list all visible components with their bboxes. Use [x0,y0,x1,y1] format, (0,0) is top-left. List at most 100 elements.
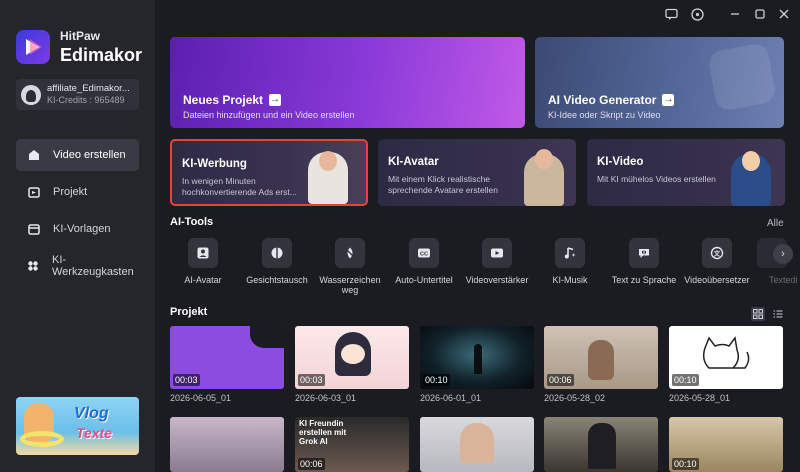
project-duration: 00:06 [547,374,574,386]
project-thumbnail[interactable]: 00:03 [170,326,284,389]
sidebar-item-label: KI-Werkzeugkasten [52,254,134,278]
tool-auto-untertitel[interactable]: CC Auto-Untertitel [391,238,457,285]
silhouette-image [474,344,482,374]
sidebar-item-ki-vorlagen[interactable]: KI-Vorlagen [16,213,139,245]
tool-label: Videoübersetzer [684,275,750,285]
feedback-icon[interactable] [663,6,679,22]
ki-video-subtitle: Mit KI mühelos Videos erstellen [597,174,716,184]
tool-gesichtstausch[interactable]: Gesichtstausch [244,238,310,285]
scroll-right-button[interactable]: › [773,244,793,264]
tool-label: Wasserzeichen weg [319,275,381,296]
project-icon [26,185,41,200]
project-thumbnail[interactable] [420,417,534,472]
brand-name-small: HitPaw [60,29,101,43]
ki-werbung-person-head [319,151,337,171]
project-thumbnail[interactable]: KI Freundin erstellen mit Grok AI 00:06 [295,417,409,472]
tool-label: Text zu Sprache [611,275,677,285]
project-duration: 00:10 [672,458,699,470]
ki-avatar-person-head [535,149,553,169]
sidebar-nav: Video erstellen Projekt KI-Vorlagen KI-W… [16,139,139,287]
tool-label: Auto-Untertitel [395,275,453,285]
project-duration: 00:10 [672,374,699,386]
ki-video-card[interactable]: KI-Video Mit KI mühelos Videos erstellen [587,139,785,206]
arrow-right-icon: → [662,94,675,106]
close-icon[interactable] [776,6,792,22]
projects-title: Projekt [170,306,208,318]
project-thumbnail[interactable]: 00:10 [669,326,783,389]
new-project-card[interactable]: Neues Projekt → Dateien hinzufügen und e… [170,37,525,128]
project-duration: 00:03 [173,374,200,386]
ki-avatar-card[interactable]: KI-Avatar Mit einem Klick realistische s… [378,139,576,206]
thumbnail-shape [250,326,284,348]
speech-icon [629,238,659,268]
sidebar-item-projekt[interactable]: Projekt [16,176,139,208]
promo-float-ring [20,431,64,447]
project-duration: 00:10 [423,374,450,386]
toolbox-icon [26,259,40,274]
arrow-right-icon: → [269,94,282,106]
ai-tools-title: AI-Tools [170,216,214,228]
video-enhance-icon [482,238,512,268]
ai-video-subtitle: KI-Idee oder Skript zu Video [548,110,661,120]
project-date: 2026-06-03_01 [295,393,357,403]
ki-video-title: KI-Video [597,156,644,168]
cat-sketch-image [702,336,750,369]
chevron-right-icon: › [781,248,785,260]
grid-view-icon[interactable] [751,307,765,321]
account-name: affiliate_Edimakor... [47,82,130,94]
ki-avatar-subtitle: Mit einem Klick realistische sprechende … [388,174,498,196]
ki-werbung-card[interactable]: KI-Werbung In wenigen Minuten hochkonver… [170,139,368,206]
tool-videoverstaerker[interactable]: Videoverstärker [464,238,530,285]
project-duration: 00:06 [298,458,325,470]
project-date: 2026-06-05_01 [170,393,232,403]
ai-tools-all-link[interactable]: Alle [767,218,784,229]
sidebar-item-label: KI-Vorlagen [53,223,111,235]
project-thumbnail[interactable]: 00:06 [544,326,658,389]
list-view-icon[interactable] [771,307,785,321]
minimize-icon[interactable] [727,6,743,22]
ki-avatar-title: KI-Avatar [388,156,439,168]
home-icon [26,148,41,163]
sidebar-item-label: Video erstellen [53,149,126,161]
project-thumbnail[interactable]: 00:03 [295,326,409,389]
project-date: 2026-05-28_02 [544,393,606,403]
project-thumbnail[interactable] [170,417,284,472]
ki-werbung-subtitle: In wenigen Minuten hochkonvertierende Ad… [182,176,297,198]
tool-label: Gesichtstausch [246,275,308,285]
tool-videouebersetzer[interactable]: 文 Videoübersetzer [684,238,750,285]
subtitle-icon: CC [409,238,439,268]
help-icon[interactable] [689,6,705,22]
project-thumbnail[interactable] [544,417,658,472]
sidebar-item-video-erstellen[interactable]: Video erstellen [16,139,139,171]
tool-label: AI-Avatar [184,275,222,285]
template-icon [26,222,41,237]
sidebar-item-ki-werkzeugkasten[interactable]: KI-Werkzeugkasten [16,250,139,282]
ai-video-generator-card[interactable]: AI Video Generator → KI-Idee oder Skript… [535,37,784,128]
project-thumbnail[interactable]: 00:10 [420,326,534,389]
tool-wasserzeichen-weg[interactable]: Wasserzeichen weg [317,238,383,296]
suit-person-image [588,423,616,469]
tool-ki-musik[interactable]: KI-Musik [537,238,603,285]
edimakor-logo-icon [16,30,50,64]
account-badge[interactable]: affiliate_Edimakor... KI-Credits : 96548… [16,79,139,110]
avatar-icon [188,238,218,268]
portrait-image [460,423,494,463]
vlog-texte-promo-banner[interactable]: Vlog Texte [16,397,139,455]
sidebar: HitPaw Edimakor affiliate_Edimakor... KI… [0,0,155,472]
project-duration: 00:03 [298,374,325,386]
project-date: 2026-05-28_01 [669,393,731,403]
music-icon [555,238,585,268]
tool-label: Videoverstärker [465,275,529,285]
maximize-icon[interactable] [752,6,768,22]
watermark-remove-icon [335,238,365,268]
avatar [21,84,41,105]
new-project-title: Neues Projekt [183,93,264,107]
cat-image [588,340,614,380]
tool-textedi[interactable]: Textedi [747,238,797,285]
tool-label: Textedi [769,275,797,285]
ki-werbung-title: KI-Werbung [182,158,247,170]
tool-ai-avatar[interactable]: AI-Avatar [170,238,236,285]
project-date: 2026-06-01_01 [420,393,482,403]
project-thumbnail[interactable]: 00:10 [669,417,783,472]
tool-text-zu-sprache[interactable]: Text zu Sprache [611,238,677,285]
